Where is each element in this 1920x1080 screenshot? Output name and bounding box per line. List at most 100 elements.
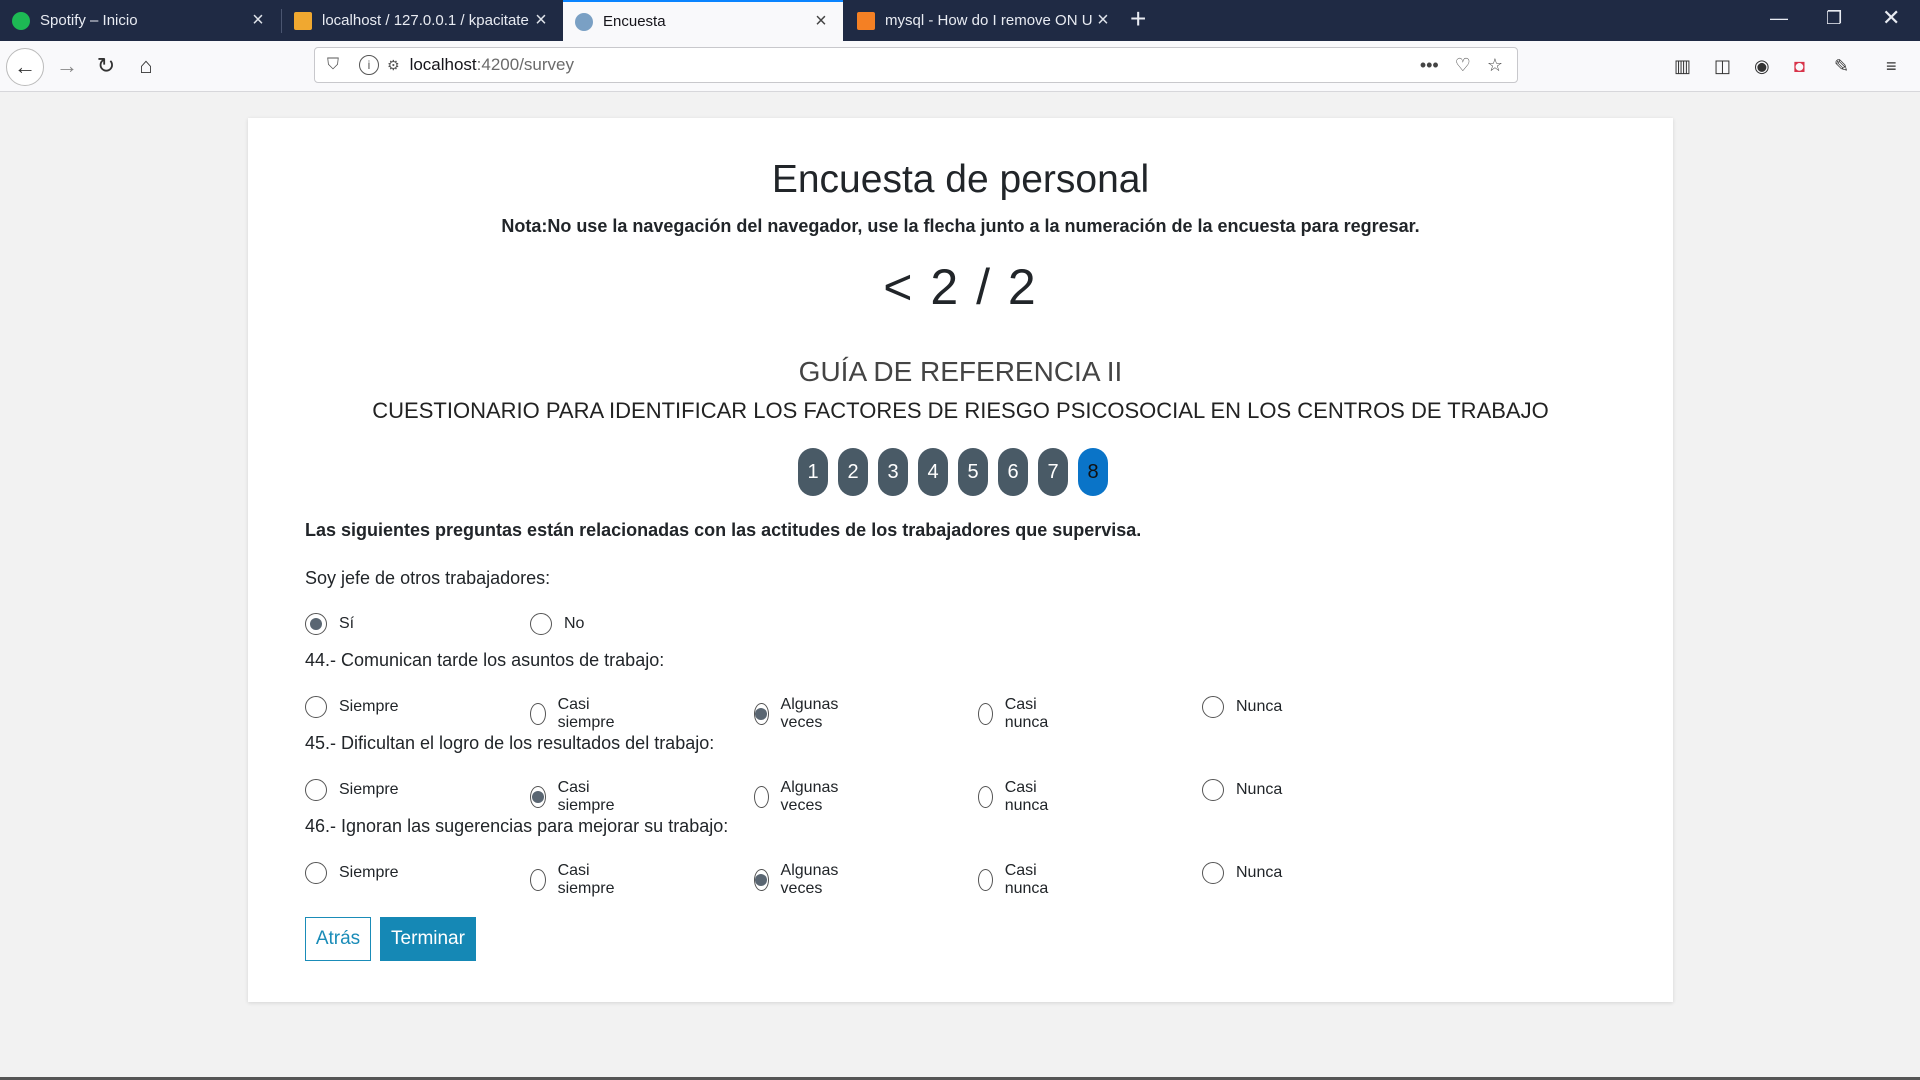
q44-option-algunas-veces[interactable]: Algunas veces: [754, 696, 846, 732]
shield-icon[interactable]: ⛉: [327, 56, 347, 74]
step-6[interactable]: 6: [998, 448, 1028, 496]
tab-title: Spotify – Inicio: [40, 12, 138, 29]
radio-button[interactable]: [305, 779, 327, 801]
page-title: Encuesta de personal: [771, 158, 1150, 201]
radio-button[interactable]: [754, 703, 769, 725]
back-button[interactable]: Atrás: [305, 917, 371, 961]
reload-button[interactable]: ↻: [89, 49, 123, 83]
tab-encuesta[interactable]: Encuesta ×: [563, 0, 843, 41]
dropper-icon[interactable]: ✎: [1834, 56, 1849, 77]
radio-button[interactable]: [530, 786, 546, 808]
new-tab-button[interactable]: +: [1130, 3, 1146, 35]
radio-button[interactable]: [978, 786, 993, 808]
navigation-note: Nota:No use la navegación del navegador,…: [501, 216, 1420, 236]
close-icon[interactable]: ×: [811, 10, 831, 33]
pocket-extension-icon[interactable]: ◘: [1794, 56, 1805, 77]
account-icon[interactable]: ◉: [1754, 56, 1770, 77]
radio-button[interactable]: [754, 786, 769, 808]
q44-option-siempre[interactable]: Siempre: [305, 696, 399, 718]
guide-title: GUÍA DE REFERENCIA II: [798, 356, 1123, 387]
option-label: Sí: [339, 615, 355, 632]
q46-option-casi-siempre[interactable]: Casi siempre: [530, 862, 621, 898]
radio-button[interactable]: [530, 869, 546, 891]
close-window-icon[interactable]: ✕: [1882, 5, 1900, 31]
boss-question: Soy jefe de otros trabajadores:: [305, 568, 551, 588]
step-2[interactable]: 2: [838, 448, 868, 496]
back-button[interactable]: ←: [6, 48, 44, 86]
option-no[interactable]: No: [530, 613, 584, 635]
forward-button[interactable]: →: [50, 49, 84, 83]
library-icon[interactable]: ▥: [1674, 56, 1691, 77]
option-label: Siempre: [339, 781, 399, 798]
bookmark-star-icon[interactable]: ☆: [1487, 55, 1503, 76]
q45-option-algunas-veces[interactable]: Algunas veces: [754, 779, 846, 815]
reload-icon: ↻: [96, 53, 116, 78]
radio-button[interactable]: [1202, 696, 1224, 718]
survey-pager[interactable]: < 2 / 2: [248, 258, 1673, 316]
step-8[interactable]: 8: [1078, 448, 1108, 496]
home-button[interactable]: ⌂: [129, 49, 163, 83]
radio-button[interactable]: [1202, 862, 1224, 884]
q44-option-nunca[interactable]: Nunca: [1202, 696, 1282, 718]
option-label: Casi siempre: [557, 862, 615, 897]
tab-strip: Spotify – Inicio × localhost / 127.0.0.1…: [0, 0, 1920, 41]
url-bar[interactable]: ⛉ i ⚙ localhost:4200/survey ••• ♡ ☆: [314, 47, 1518, 83]
q46-option-siempre[interactable]: Siempre: [305, 862, 399, 884]
q45-option-casi-siempre[interactable]: Casi siempre: [530, 779, 621, 815]
tab-spotify[interactable]: Spotify – Inicio ×: [0, 0, 280, 41]
q44-option-casi-siempre[interactable]: Casi siempre: [530, 696, 621, 732]
radio-button[interactable]: [1202, 779, 1224, 801]
close-icon[interactable]: ×: [531, 9, 551, 32]
q45-option-siempre[interactable]: Siempre: [305, 779, 399, 801]
q46-option-casi-nunca[interactable]: Casi nunca: [978, 862, 1056, 898]
info-icon[interactable]: i: [359, 55, 379, 75]
step-4[interactable]: 4: [918, 448, 948, 496]
option-label: Nunca: [1236, 698, 1283, 715]
radio-no[interactable]: [530, 613, 552, 635]
q46-option-nunca[interactable]: Nunca: [1202, 862, 1282, 884]
minimize-icon[interactable]: —: [1770, 8, 1788, 29]
question-45: 45.- Dificultan el logro de los resultad…: [305, 733, 715, 753]
q44-option-casi-nunca[interactable]: Casi nunca: [978, 696, 1056, 732]
menu-icon[interactable]: ≡: [1886, 56, 1897, 77]
radio-button[interactable]: [978, 869, 993, 891]
tab-phpmyadmin[interactable]: localhost / 127.0.0.1 / kpacitate ×: [282, 0, 563, 41]
close-icon[interactable]: ×: [1093, 9, 1113, 32]
restore-icon[interactable]: ❐: [1826, 8, 1842, 29]
radio-button[interactable]: [305, 862, 327, 884]
phpmyadmin-icon: [294, 11, 312, 30]
url-host: localhost: [409, 55, 477, 74]
q45-option-casi-nunca[interactable]: Casi nunca: [978, 779, 1056, 815]
q45-option-nunca[interactable]: Nunca: [1202, 779, 1282, 801]
spotify-icon: [12, 11, 30, 30]
step-1[interactable]: 1: [798, 448, 828, 496]
close-icon[interactable]: ×: [248, 9, 268, 32]
more-icon[interactable]: •••: [1420, 55, 1439, 76]
option-label: Nunca: [1236, 781, 1283, 798]
radio-button[interactable]: [978, 703, 993, 725]
option-label: No: [564, 615, 585, 632]
radio-button[interactable]: [754, 869, 769, 891]
step-3[interactable]: 3: [878, 448, 908, 496]
sidebar-icon[interactable]: ◫: [1714, 56, 1731, 77]
radio-button[interactable]: [530, 703, 546, 725]
option-label: Algunas veces: [780, 779, 839, 814]
radio-si[interactable]: [305, 613, 327, 635]
q46-option-algunas-veces[interactable]: Algunas veces: [754, 862, 846, 898]
tab-stackoverflow[interactable]: mysql - How do I remove ON U ×: [845, 0, 1125, 41]
option-label: Algunas veces: [780, 862, 839, 897]
arrow-right-icon: →: [56, 53, 78, 78]
stackoverflow-icon: [857, 11, 875, 30]
finish-button[interactable]: Terminar: [380, 917, 476, 961]
tab-title: Encuesta: [603, 13, 666, 30]
option-label: Nunca: [1236, 864, 1283, 881]
questionnaire-title: CUESTIONARIO PARA IDENTIFICAR LOS FACTOR…: [372, 398, 1549, 423]
permissions-icon[interactable]: ⚙: [387, 57, 400, 74]
pocket-icon[interactable]: ♡: [1455, 55, 1471, 76]
option-si[interactable]: Sí: [305, 613, 354, 635]
radio-button[interactable]: [305, 696, 327, 718]
option-label: Casi siempre: [557, 696, 615, 731]
step-7[interactable]: 7: [1038, 448, 1068, 496]
step-5[interactable]: 5: [958, 448, 988, 496]
arrow-left-icon: ←: [14, 54, 36, 79]
